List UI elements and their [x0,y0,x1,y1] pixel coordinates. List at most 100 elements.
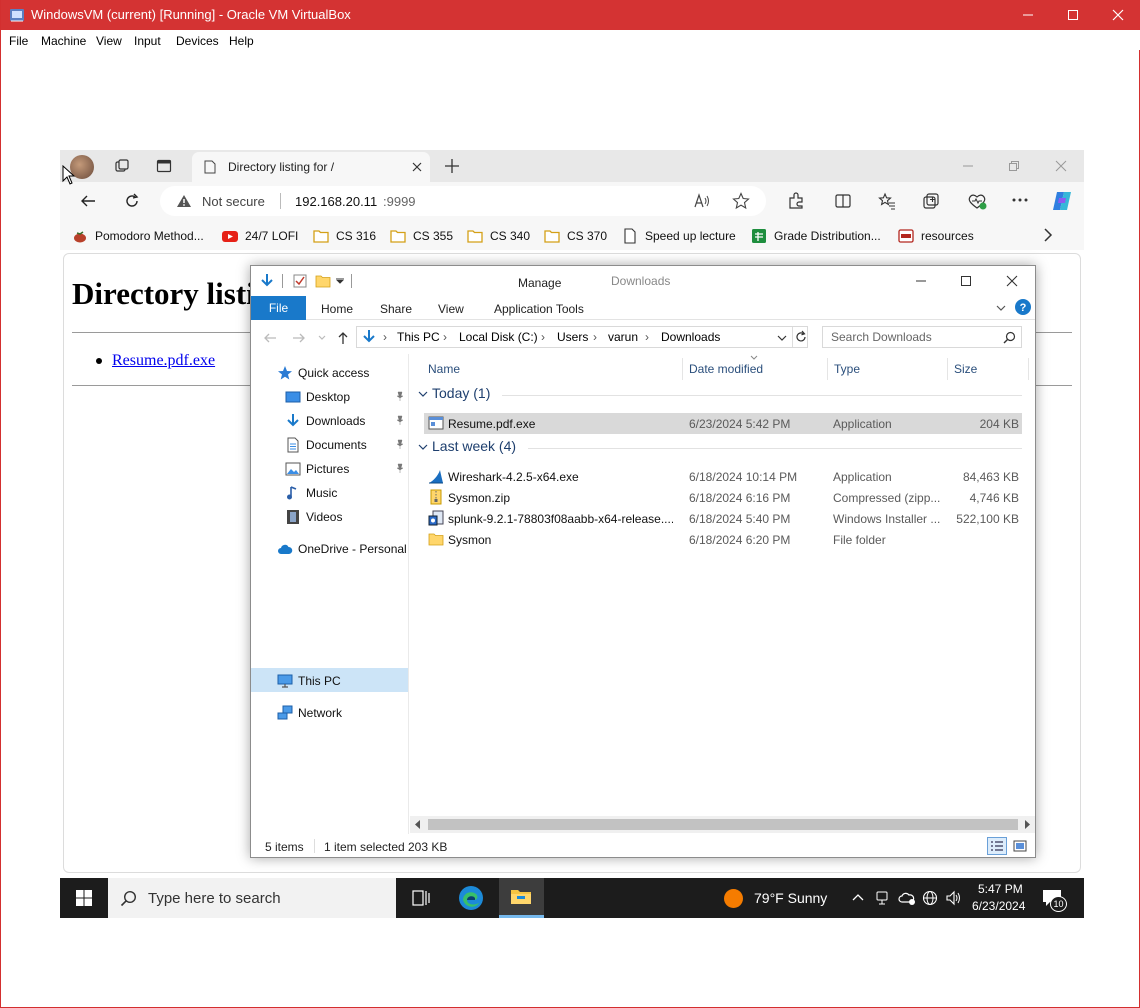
chevron-right-icon[interactable] [1043,228,1053,242]
bookmark-speed-up[interactable]: Speed up lecture [622,227,736,245]
breadcrumb-varun[interactable]: varun [608,330,638,344]
details-view-button[interactable] [987,837,1007,855]
nav-up-icon[interactable] [337,331,349,345]
column-header-size[interactable]: Size [954,362,977,376]
column-separator[interactable] [947,358,948,380]
windows-start-icon[interactable] [76,890,92,906]
pin-icon[interactable] [395,391,405,401]
menu-file[interactable]: File [9,34,28,48]
explorer-maximize-icon[interactable] [960,275,972,287]
nav-back-icon[interactable] [263,332,277,344]
pin-icon[interactable] [395,463,405,473]
large-icons-view-icon[interactable] [1013,840,1027,852]
resume-exe-link[interactable]: Resume.pdf.exe [112,352,215,370]
task-view-icon[interactable] [412,890,430,906]
address-bar[interactable]: Not secure 192.168.20.11 :9999 [160,186,766,216]
column-header-name[interactable]: Name [428,362,460,376]
split-screen-icon[interactable] [834,192,852,210]
browser-restore-icon[interactable] [1008,160,1020,172]
file-row-sysmon-zip[interactable]: Sysmon.zip 6/18/2024 6:16 PM Compressed … [424,487,1022,508]
minimize-button[interactable] [1005,0,1051,30]
collections-icon[interactable] [922,192,940,210]
vertical-tabs-icon[interactable] [156,158,172,174]
help-icon[interactable]: ? [1015,299,1031,315]
ribbon-tab-file[interactable]: File [251,296,306,320]
favorite-star-icon[interactable] [732,192,750,210]
new-folder-icon[interactable] [315,273,331,289]
pin-icon[interactable] [395,439,405,449]
download-arrow-icon[interactable] [259,273,275,289]
chevron-up-icon[interactable] [852,893,864,901]
nav-music[interactable]: Music [285,482,337,504]
file-row-resume-visible[interactable]: Resume.pdf.exe 6/23/2024 5:42 PM Applica… [424,413,1022,434]
ribbon-tab-share[interactable]: Share [380,302,412,316]
breadcrumb-users[interactable]: Users [557,330,588,344]
url-host[interactable]: 192.168.20.11 [295,194,377,209]
meet-now-icon[interactable] [875,890,889,906]
group-collapse-icon[interactable] [418,390,428,398]
volume-icon[interactable] [945,890,963,906]
bookmark-lofi[interactable]: 24/7 LOFI [222,227,298,245]
copilot-icon[interactable] [1050,190,1074,212]
bookmark-cs316[interactable]: CS 316 [313,227,376,245]
favorites-icon[interactable] [878,192,896,210]
column-header-type[interactable]: Type [834,362,860,376]
browser-close-icon[interactable] [1055,160,1067,172]
menu-help[interactable]: Help [229,34,254,48]
nav-desktop[interactable]: Desktop [285,386,350,408]
menu-machine[interactable]: Machine [41,34,86,48]
nav-downloads[interactable]: Downloads [285,410,365,432]
weather-sun-icon[interactable] [724,889,743,908]
ribbon-tab-application-tools[interactable]: Application Tools [494,302,584,316]
address-dropdown-icon[interactable] [777,335,787,342]
bookmark-cs355[interactable]: CS 355 [390,227,453,245]
scroll-left-icon[interactable] [415,820,421,829]
column-header-date-modified[interactable]: Date modified [689,362,763,376]
back-icon[interactable] [80,193,96,209]
taskbar-explorer-button[interactable] [499,878,544,918]
nav-this-pc[interactable]: This PC [277,670,341,692]
menu-input[interactable]: Input [134,34,161,48]
ribbon-tab-view[interactable]: View [438,302,464,316]
new-tab-icon[interactable] [444,158,460,174]
menu-devices[interactable]: Devices [176,34,219,48]
read-aloud-icon[interactable] [693,193,711,209]
column-separator[interactable] [1028,358,1029,380]
expand-ribbon-icon[interactable] [996,304,1006,312]
close-button[interactable] [1095,0,1140,30]
extensions-icon[interactable] [787,192,805,210]
onedrive-icon[interactable] [898,890,916,906]
scrollbar-thumb[interactable] [428,819,1018,830]
workspaces-icon[interactable] [114,158,130,174]
horizontal-scrollbar[interactable] [410,816,1035,833]
recent-locations-icon[interactable] [318,335,326,341]
clock-time[interactable]: 5:47 PM [978,882,1023,896]
taskbar-search-box[interactable]: Type here to search [108,878,396,918]
refresh-icon[interactable] [124,193,140,209]
nav-onedrive[interactable]: OneDrive - Personal [277,538,407,560]
browser-minimize-icon[interactable] [962,160,974,172]
qat-dropdown-icon[interactable] [336,278,344,284]
pin-icon[interactable] [395,415,405,425]
ribbon-tab-home[interactable]: Home [321,302,353,316]
globe-network-icon[interactable] [922,890,938,906]
menu-view[interactable]: View [96,34,122,48]
clock-date[interactable]: 6/23/2024 [972,899,1025,913]
browser-tab-active[interactable]: Directory listing for / [192,152,430,182]
file-row-splunk-msi[interactable]: splunk-9.2.1-78803f08aabb-x64-release...… [424,508,1022,529]
weather-text[interactable]: 79°F Sunny [754,890,827,906]
search-icon[interactable] [1003,331,1016,344]
nav-pictures[interactable]: Pictures [285,458,349,480]
more-options-icon[interactable] [1012,198,1028,202]
column-separator[interactable] [827,358,828,380]
explorer-address-bar[interactable]: › This PC › Local Disk (C:) › Users › va… [356,326,808,348]
browser-essentials-icon[interactable] [967,191,987,211]
breadcrumb-local-disk[interactable]: Local Disk (C:) [459,330,538,344]
refresh-icon[interactable] [794,330,808,344]
nav-videos[interactable]: Videos [285,506,342,528]
nav-quick-access[interactable]: Quick access [277,362,369,384]
maximize-button[interactable] [1050,0,1096,30]
bookmark-resources[interactable]: resources [898,227,974,245]
file-row-wireshark[interactable]: Wireshark-4.2.5-x64.exe 6/18/2024 10:14 … [424,466,1022,487]
explorer-minimize-icon[interactable] [915,275,927,287]
